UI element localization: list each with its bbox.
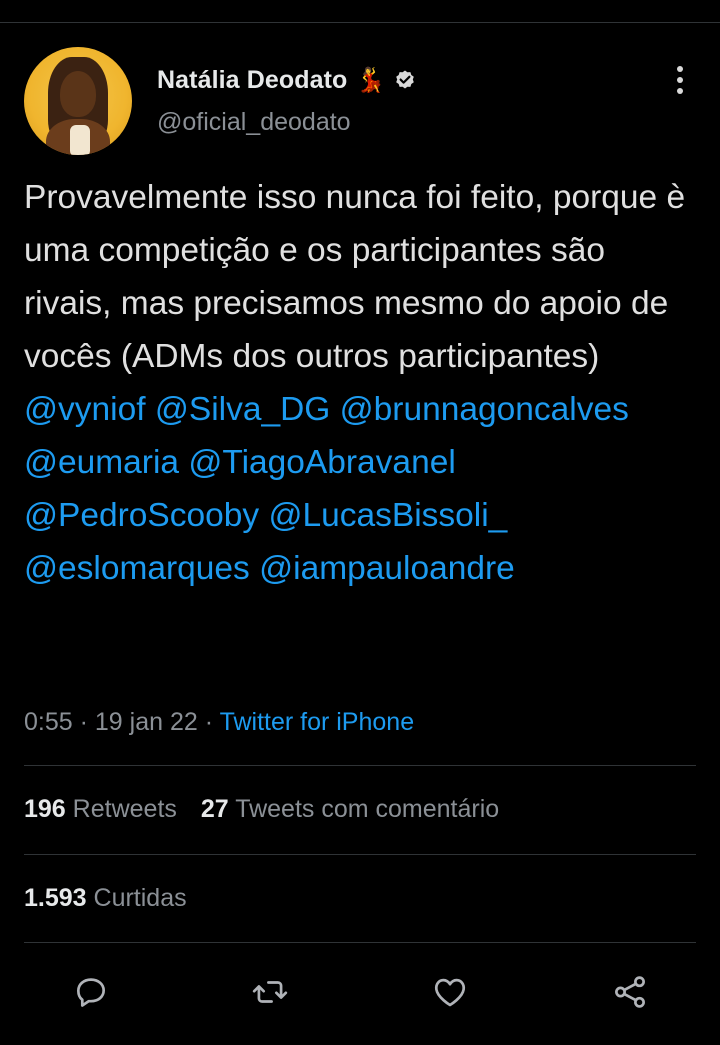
quote-tweets-stat[interactable]: 27 Tweets com comentário <box>201 795 499 824</box>
dancer-emoji-icon: 💃 <box>355 66 386 94</box>
divider <box>24 854 696 855</box>
mention-link[interactable]: @brunnagoncalves <box>340 391 629 428</box>
action-bar <box>0 958 720 1028</box>
like-icon <box>434 978 466 1007</box>
likes-stat[interactable]: 1.593 Curtidas <box>24 884 187 913</box>
tweet-date: 19 jan 22 <box>94 708 198 736</box>
share-icon <box>615 976 645 1008</box>
likes-stats-row: 1.593 Curtidas <box>24 884 187 913</box>
mention-link[interactable]: @eumaria <box>24 444 179 481</box>
mention-link[interactable]: @Silva_DG <box>155 391 331 428</box>
tweet-text: Provavelmente isso nunca foi feito, porq… <box>24 171 696 595</box>
mention-link[interactable]: @PedroScooby <box>24 497 259 534</box>
reply-button[interactable] <box>69 970 113 1014</box>
meta-separator: · <box>79 708 95 736</box>
retweet-button[interactable] <box>248 970 292 1014</box>
retweet-icon <box>252 981 288 1003</box>
reply-icon <box>76 978 106 1007</box>
top-divider <box>0 22 720 23</box>
more-options-icon[interactable] <box>670 66 690 94</box>
mention-link[interactable]: @TiagoAbravanel <box>188 444 455 481</box>
author-name-row: Natália Deodato 💃 <box>157 66 417 95</box>
avatar[interactable] <box>24 47 132 155</box>
tweet-time: 0:55 <box>24 708 73 736</box>
mention-link[interactable]: @iampauloandre <box>259 550 515 587</box>
verified-badge-icon <box>396 70 415 88</box>
tweet-source-link[interactable]: Twitter for iPhone <box>220 708 415 736</box>
tweet-body: Provavelmente isso nunca foi feito, porq… <box>24 179 686 375</box>
mention-link[interactable]: @vyniof <box>24 391 146 428</box>
author-display-name[interactable]: Natália Deodato <box>157 66 347 95</box>
mention-link[interactable]: @LucasBissoli_ <box>268 497 507 534</box>
author-handle[interactable]: @oficial_deodato <box>157 108 351 137</box>
divider <box>24 942 696 943</box>
mention-link[interactable]: @eslomarques <box>24 550 250 587</box>
tweet-meta: 0:55 · 19 jan 22 · Twitter for iPhone <box>24 708 414 737</box>
retweets-stat[interactable]: 196 Retweets <box>24 795 177 824</box>
engagement-stats-row: 196 Retweets 27 Tweets com comentário <box>24 795 499 824</box>
meta-separator: · <box>204 708 220 736</box>
like-button[interactable] <box>428 970 472 1014</box>
divider <box>24 765 696 766</box>
share-button[interactable] <box>608 970 652 1014</box>
